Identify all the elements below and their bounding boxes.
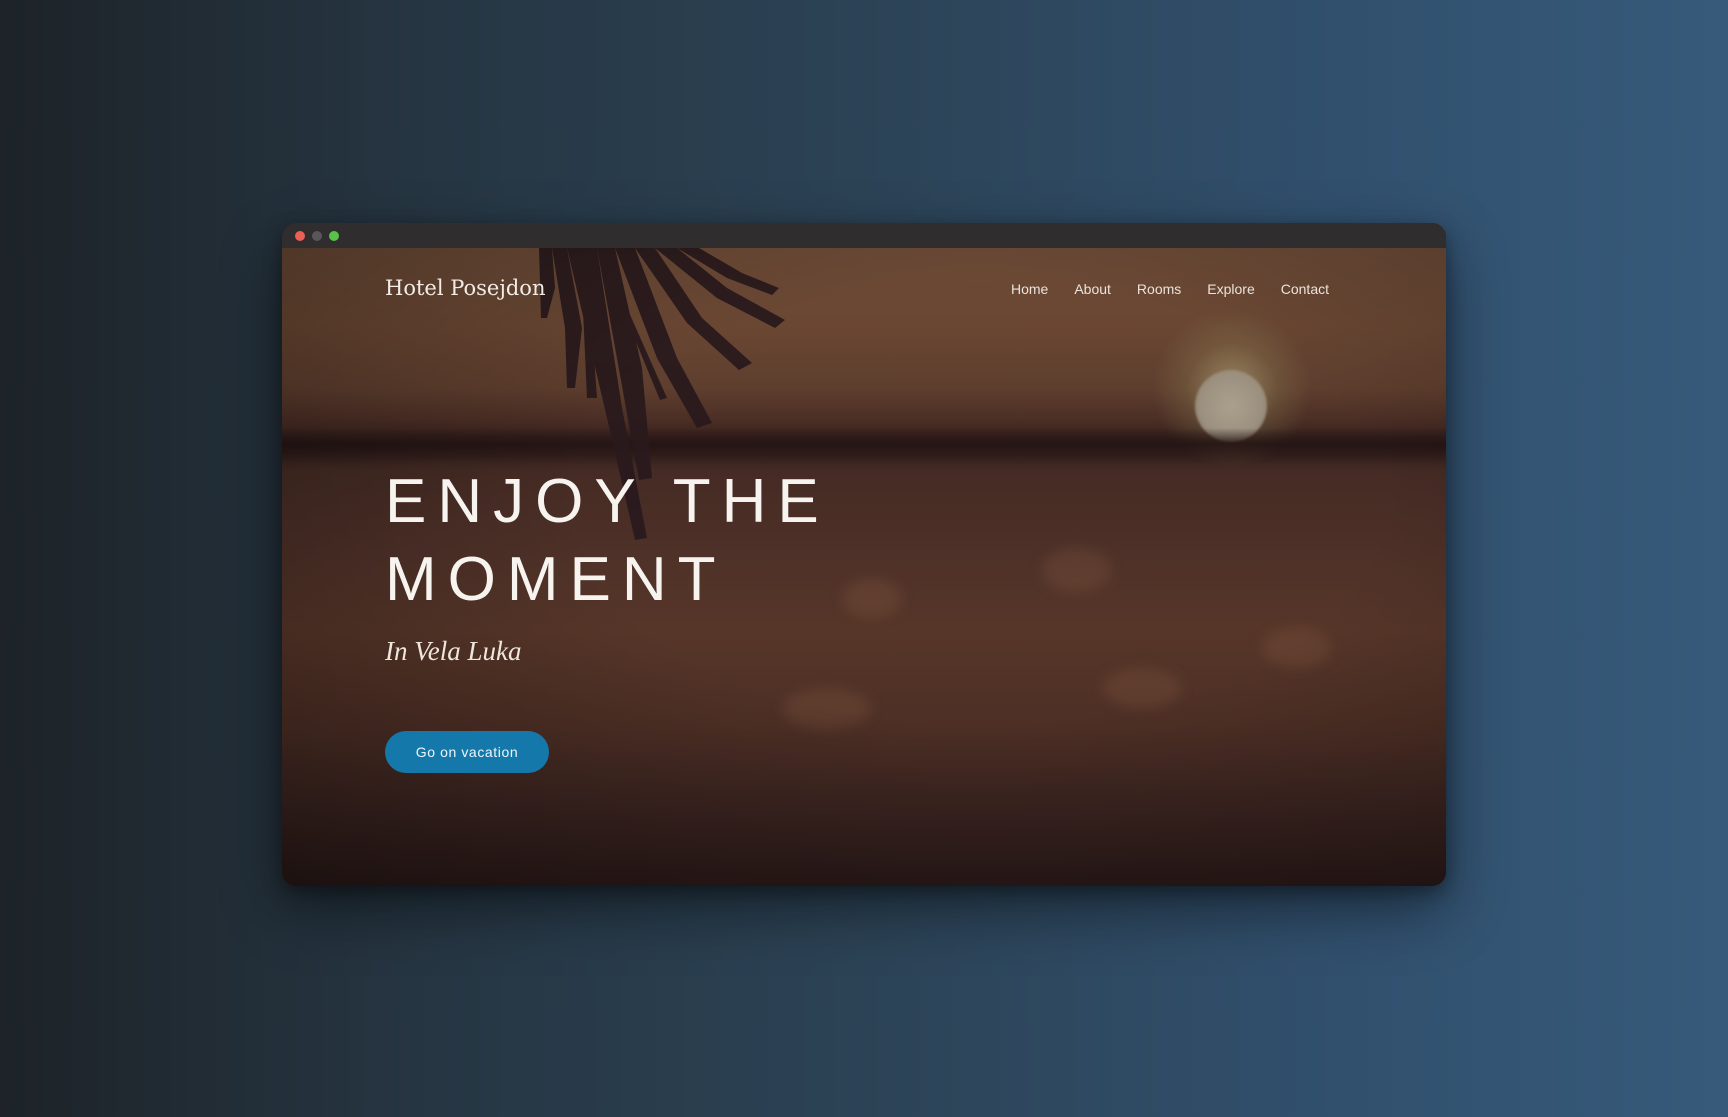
hero-subtitle: In Vela Luka <box>385 636 522 666</box>
maximize-window-button[interactable] <box>329 231 339 241</box>
main-nav: Home About Rooms Explore Contact <box>1011 281 1329 297</box>
page-viewport: Hotel Posejdon Home About Rooms Explore … <box>282 248 1446 886</box>
nav-item-explore[interactable]: Explore <box>1207 281 1254 297</box>
window-titlebar <box>282 223 1446 248</box>
minimize-window-button[interactable] <box>312 231 322 241</box>
close-window-button[interactable] <box>295 231 305 241</box>
nav-item-home[interactable]: Home <box>1011 281 1048 297</box>
hero-headline: ENJOY THE MOMENT <box>385 463 1085 619</box>
nav-item-contact[interactable]: Contact <box>1281 281 1329 297</box>
site-logo[interactable]: Hotel Posejdon <box>385 276 545 300</box>
go-on-vacation-button[interactable]: Go on vacation <box>385 731 549 773</box>
hero-headline-line-2: MOMENT <box>385 545 727 614</box>
nav-item-about[interactable]: About <box>1074 281 1111 297</box>
hero-headline-line-1: ENJOY THE <box>385 467 830 536</box>
nav-item-rooms[interactable]: Rooms <box>1137 281 1181 297</box>
browser-window: Hotel Posejdon Home About Rooms Explore … <box>282 223 1446 886</box>
